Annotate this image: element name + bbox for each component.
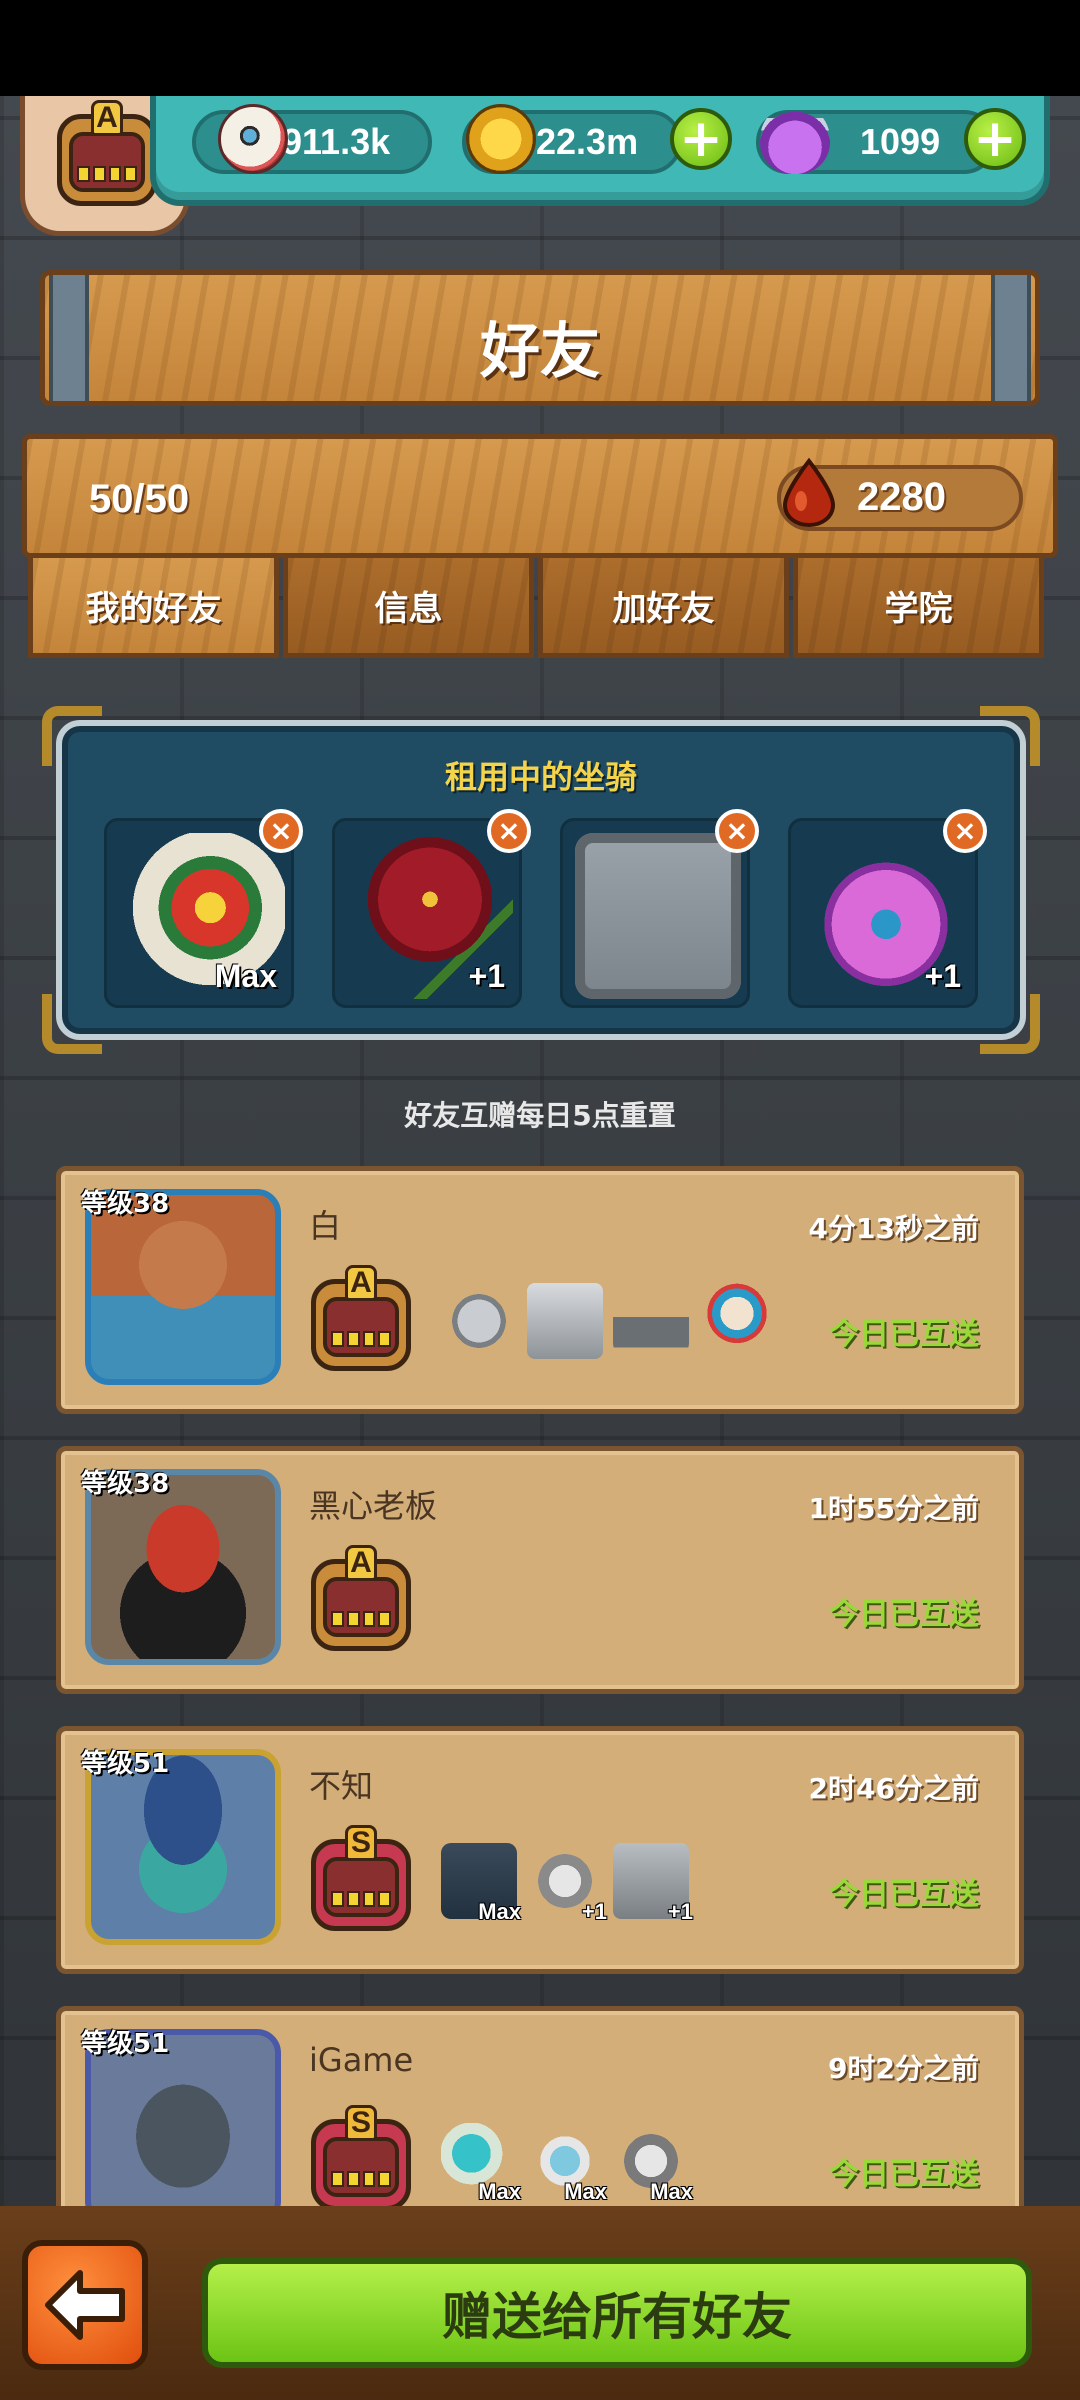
friend-name: 黑心老板: [309, 1487, 438, 1525]
robot-tank-mount-icon: [575, 833, 741, 999]
close-icon[interactable]: ×: [487, 809, 531, 853]
mount-level: Max: [478, 2179, 521, 2204]
friend-level: 等级51: [81, 1749, 170, 1779]
anglerfish-mount-icon: [441, 1283, 517, 1359]
gift-status: 今日已互送: [829, 1317, 979, 1352]
mount-level: Max: [650, 2179, 693, 2204]
tab-messages[interactable]: 信息: [283, 558, 534, 658]
friend-rank-badge: A: [311, 1265, 411, 1375]
daily-reset-note: 好友互赠每日5点重置: [404, 1099, 676, 1132]
tank-mount-icon: [613, 1283, 689, 1359]
friend-card[interactable]: 等级38 黑心老板 1时55分之前 A 今日已互送: [56, 1446, 1024, 1694]
rented-mount-slot[interactable]: ×: [560, 809, 759, 1008]
close-icon[interactable]: ×: [943, 809, 987, 853]
mount-level: Max: [478, 1899, 521, 1924]
mount-level: +1: [468, 958, 505, 994]
panel-corner: [42, 994, 102, 1054]
sea-creature-mount-icon: Max: [441, 2123, 521, 2204]
robot-tank-mount-icon: +1: [613, 1843, 693, 1924]
mount-level: +1: [581, 1899, 607, 1924]
rented-mounts-title: 租用中的坐骑: [444, 758, 637, 796]
add-potion-button[interactable]: +: [964, 108, 1026, 170]
rented-mount-slot[interactable]: Max ×: [104, 809, 303, 1008]
friend-rank-badge: S: [311, 1825, 411, 1935]
mount-level: Max: [564, 2179, 607, 2204]
close-icon[interactable]: ×: [259, 809, 303, 853]
blood-drop-icon: [782, 457, 836, 527]
gift-status: 今日已互送: [829, 1597, 979, 1632]
back-button[interactable]: [22, 2240, 148, 2370]
eye-count: 911.3k: [282, 121, 391, 162]
panel-corner: [980, 994, 1040, 1054]
friend-card[interactable]: 等级38 白 4分13秒之前 A 今日已互送: [56, 1166, 1024, 1414]
friend-card[interactable]: 等级51 不知 2时46分之前 S Max +1 +1 今日已互送: [56, 1726, 1024, 1974]
coin-count: 22.3m: [536, 121, 639, 162]
eye-icon: [218, 104, 288, 174]
tank-mount-icon: Max: [441, 1843, 521, 1924]
mount-level: +1: [667, 1899, 693, 1924]
clown-mount-icon: [699, 1283, 775, 1359]
send-to-all-friends-button[interactable]: 赠送给所有好友: [202, 2258, 1032, 2368]
back-arrow-icon: [45, 2270, 125, 2340]
friend-level: 等级38: [81, 1469, 170, 1499]
tab-bar: 我的好友 信息 加好友 学院: [28, 558, 1048, 660]
friend-level: 等级38: [81, 1189, 170, 1219]
gift-status: 今日已互送: [829, 2157, 979, 2192]
tab-academy[interactable]: 学院: [793, 558, 1044, 658]
blood-count: 2280: [857, 475, 946, 519]
title-board: 好友: [40, 270, 1040, 406]
fisher-mount-icon: Max: [527, 2123, 607, 2204]
friend-count: 50/50: [89, 477, 190, 521]
friend-name: 白: [309, 1207, 342, 1245]
resource-bar: 911.3k 22.3m + 1099 +: [150, 96, 1050, 206]
mount-level: +1: [924, 958, 961, 994]
last-online-time: 1时55分之前: [808, 1492, 979, 1525]
tab-add-friend[interactable]: 加好友: [538, 558, 789, 658]
lion-dance-mount-icon: Max: [613, 2123, 693, 2204]
robot-mount-icon: [527, 1283, 603, 1359]
potion-icon: [760, 104, 830, 174]
status-bar: [0, 0, 1080, 96]
rented-mount-slot[interactable]: +1 ×: [788, 809, 987, 1008]
friend-name: 不知: [309, 1767, 374, 1805]
gift-status: 今日已互送: [829, 1877, 979, 1912]
last-online-time: 9时2分之前: [828, 2052, 979, 2085]
add-coins-button[interactable]: +: [670, 108, 732, 170]
last-online-time: 4分13秒之前: [808, 1212, 979, 1245]
potion-count: 1099: [860, 121, 941, 162]
player-rank-badge: A: [57, 100, 157, 210]
friend-rank-badge: A: [311, 1545, 411, 1655]
close-icon[interactable]: ×: [715, 809, 759, 853]
mount-level: Max: [214, 958, 277, 994]
friend-name: iGame: [309, 2041, 414, 2079]
tab-my-friends[interactable]: 我的好友: [28, 558, 279, 658]
page-title: 好友: [480, 317, 600, 387]
lion-dance-mount-icon: +1: [527, 1843, 607, 1924]
coin-icon: [466, 104, 536, 174]
friend-level: 等级51: [81, 2029, 170, 2059]
friend-count-board: 50/50 2280: [22, 434, 1058, 558]
friend-rank-badge: S: [311, 2105, 411, 2215]
rented-mount-slot[interactable]: +1 ×: [332, 809, 531, 1008]
last-online-time: 2时46分之前: [808, 1772, 979, 1805]
rented-mounts-panel: 租用中的坐骑 Max × +1 × × +1 ×: [42, 706, 1040, 1054]
